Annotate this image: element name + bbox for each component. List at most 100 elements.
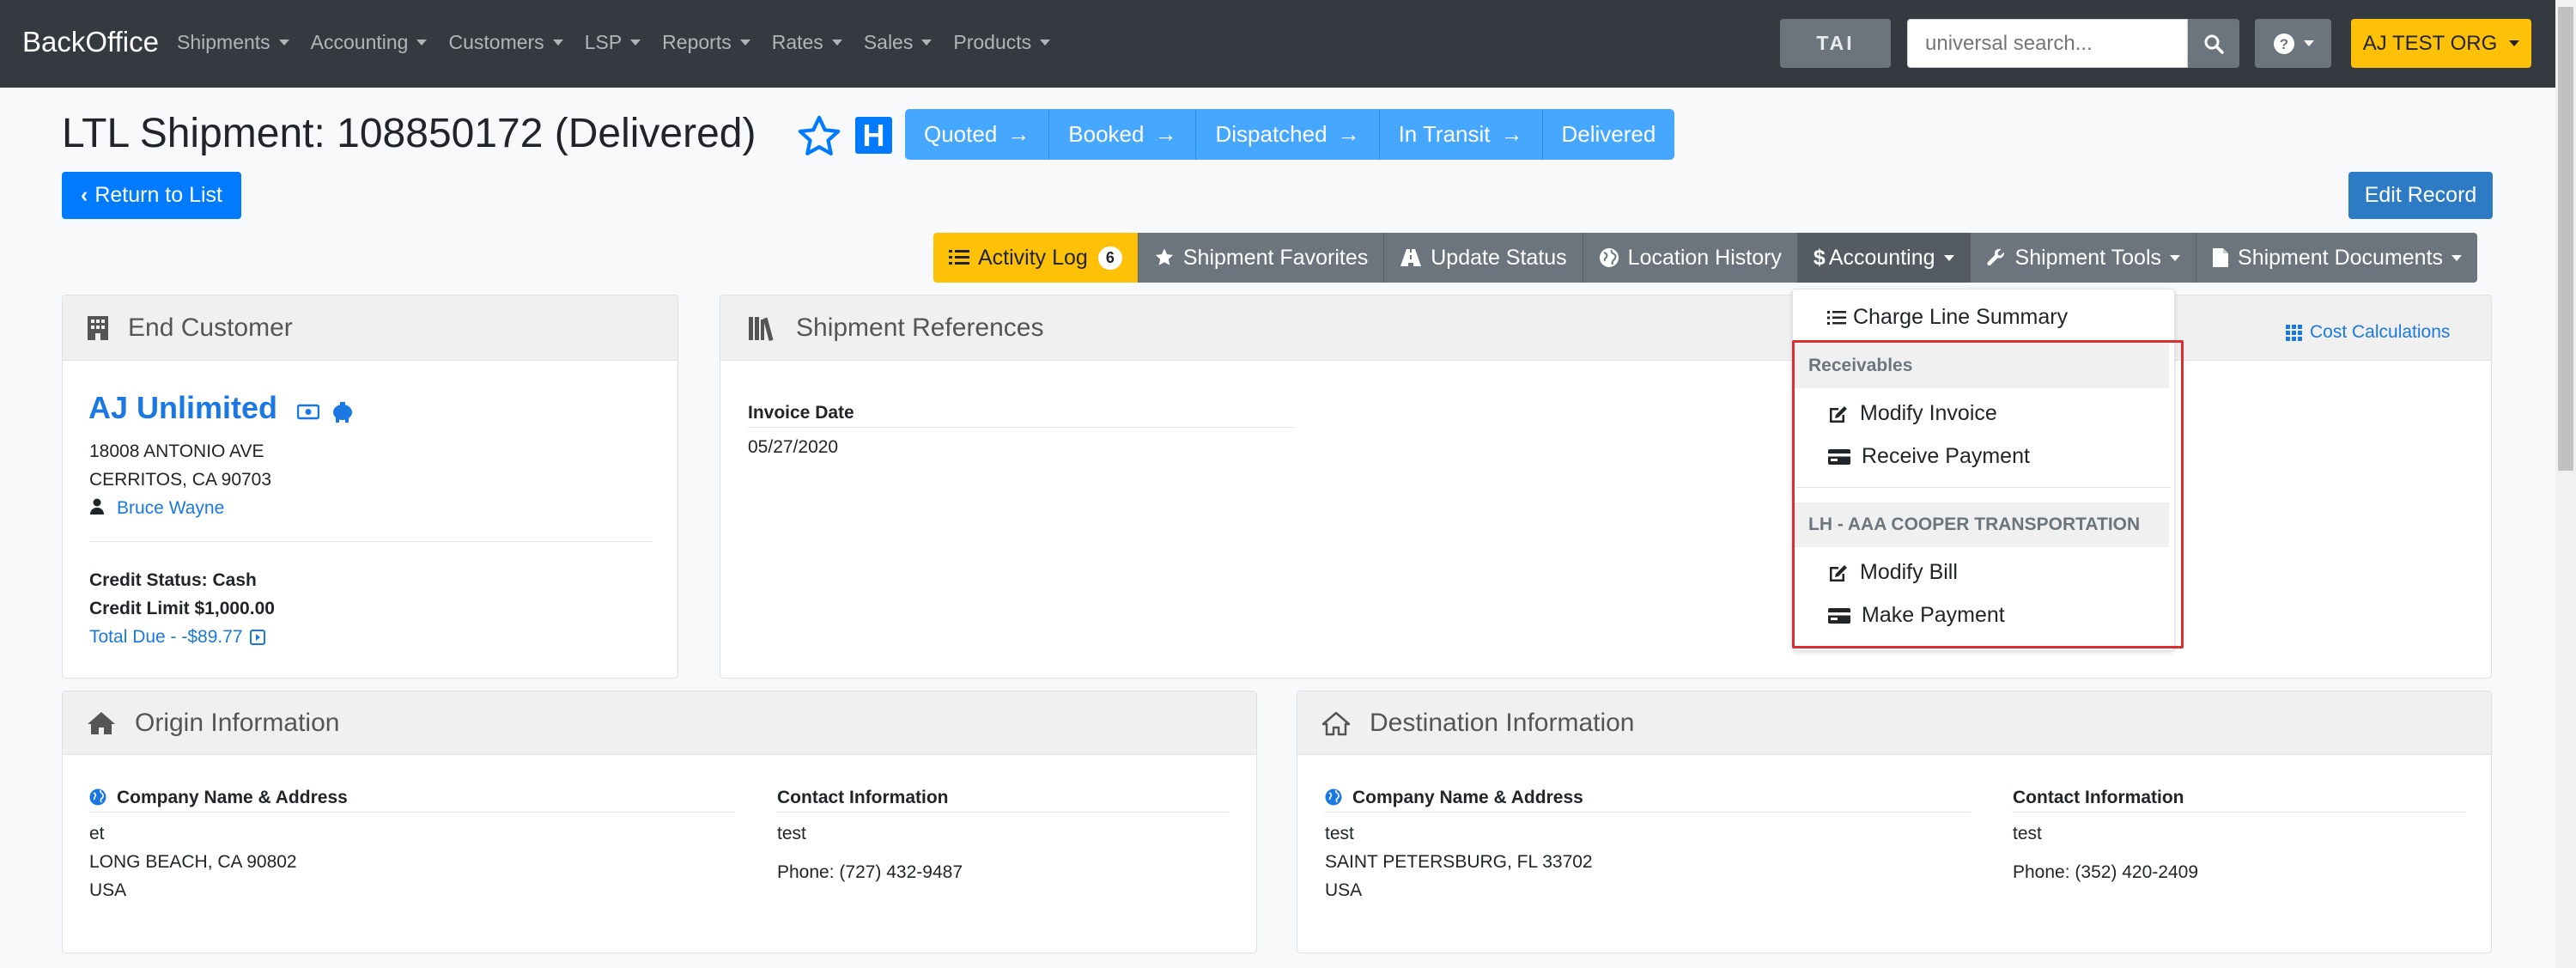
origin-line1: et	[89, 824, 105, 843]
svg-text:?: ?	[2279, 36, 2287, 52]
brand-logo[interactable]: BackOffice	[22, 26, 159, 58]
piggy-bank-icon[interactable]	[330, 400, 355, 423]
origin-contact-label: Contact Information	[777, 788, 949, 807]
arrow-right-icon: →	[1154, 121, 1177, 147]
cost-calculations-link[interactable]: Cost Calculations	[2286, 322, 2450, 343]
caret-down-icon	[2170, 254, 2181, 261]
edit-record-button[interactable]: Edit Record	[2348, 172, 2493, 219]
status-step-dispatched[interactable]: Dispatched →	[1196, 109, 1380, 160]
caret-down-icon	[552, 40, 563, 46]
customer-name-link[interactable]: AJ Unlimited	[88, 390, 277, 426]
shipment-tools-button[interactable]: Shipment Tools	[1970, 233, 2197, 283]
annotation-highlight-box	[1792, 340, 2184, 648]
accounting-dropdown-button[interactable]: $ Accounting	[1797, 233, 1971, 283]
return-to-list-button[interactable]: ‹ Return to List	[62, 172, 241, 219]
nav-rates[interactable]: Rates	[772, 31, 842, 54]
arrow-right-icon: →	[1500, 121, 1523, 147]
customer-contact-link[interactable]: Bruce Wayne	[117, 498, 224, 519]
shipment-documents-label: Shipment Documents	[2238, 245, 2444, 270]
globe-icon	[1325, 788, 1342, 806]
destination-company-label: Company Name & Address	[1352, 788, 1583, 807]
page-scrollbar[interactable]	[2555, 0, 2576, 968]
destination-contact-divider	[2013, 812, 2464, 813]
caret-down-icon	[1943, 254, 1954, 261]
status-step-booked[interactable]: Booked →	[1049, 109, 1197, 160]
customer-address-line2: CERRITOS, CA 90703	[89, 470, 272, 490]
nav-label: Products	[953, 31, 1032, 53]
total-due-label: Total Due - -$89.77	[89, 627, 243, 647]
status-step-quoted[interactable]: Quoted →	[905, 109, 1050, 160]
favorites-label: Shipment Favorites	[1182, 245, 1369, 270]
credit-status: Credit Status: Cash	[89, 570, 257, 590]
top-navbar: BackOffice Shipments Accounting Customer…	[0, 0, 2555, 88]
list-icon	[949, 248, 969, 267]
scrollbar-thumb[interactable]	[2558, 7, 2573, 471]
destination-line1: test	[1325, 824, 1354, 843]
search-button[interactable]	[2188, 19, 2239, 68]
card-title: Origin Information	[135, 708, 340, 737]
nav-lsp[interactable]: LSP	[585, 31, 641, 54]
globe-icon	[1599, 247, 1619, 268]
invoice-date-label: Invoice Date	[748, 403, 854, 423]
destination-line3: USA	[1325, 880, 1363, 900]
building-icon	[87, 315, 109, 341]
update-status-button[interactable]: Update Status	[1384, 233, 1583, 283]
shipment-tools-label: Shipment Tools	[2014, 245, 2162, 270]
status-steps: Quoted → Booked → Dispatched → In Transit → …	[905, 109, 1675, 160]
card-title: Shipment References	[796, 313, 1044, 342]
hazmat-h-badge: H	[855, 117, 892, 154]
nav-shipments[interactable]: Shipments	[177, 31, 289, 54]
page-title: LTL Shipment: 108850172 (Delivered)	[62, 111, 756, 156]
menu-item-label: Charge Line Summary	[1853, 305, 2069, 329]
status-step-in-transit[interactable]: In Transit →	[1379, 109, 1543, 160]
location-history-button[interactable]: Location History	[1583, 233, 1798, 283]
origin-header: Origin Information	[63, 691, 1256, 755]
total-due-link[interactable]: Total Due - -$89.77	[89, 627, 265, 648]
money-bill-icon[interactable]	[297, 404, 319, 421]
nav-sales[interactable]: Sales	[864, 31, 933, 54]
nav-products[interactable]: Products	[953, 31, 1051, 54]
globe-icon	[89, 788, 106, 806]
origin-contact-name: test	[777, 824, 806, 843]
destination-contact-label: Contact Information	[2013, 788, 2184, 807]
nav-reports[interactable]: Reports	[662, 31, 750, 54]
activity-log-button[interactable]: Activity Log 6	[933, 233, 1139, 283]
shipment-favorites-button[interactable]: Shipment Favorites	[1138, 233, 1385, 283]
list-ol-icon	[1827, 309, 1846, 326]
arrow-right-icon: →	[1337, 121, 1360, 147]
shipment-references-header: Shipment References	[720, 295, 2491, 361]
customer-divider	[89, 541, 653, 542]
destination-contact-name: test	[2013, 824, 2042, 843]
universal-search-input[interactable]	[1907, 19, 2188, 68]
return-label: Return to List	[94, 183, 222, 207]
nav-label: Sales	[863, 31, 914, 53]
star-icon	[1154, 247, 1175, 268]
origin-contact-divider	[777, 812, 1229, 813]
books-icon	[748, 315, 777, 341]
nav-label: Reports	[662, 31, 732, 53]
home-icon	[87, 710, 116, 736]
tai-button[interactable]: TAI	[1780, 19, 1891, 68]
nav-label: Accounting	[310, 31, 409, 53]
destination-line2: SAINT PETERSBURG, FL 33702	[1325, 852, 1593, 872]
favorite-star-icon[interactable]	[795, 113, 843, 161]
status-step-delivered[interactable]: Delivered	[1542, 109, 1675, 160]
card-title: Destination Information	[1370, 708, 1635, 737]
origin-company-label: Company Name & Address	[117, 788, 348, 807]
nav-customers[interactable]: Customers	[448, 31, 563, 54]
nav-accounting[interactable]: Accounting	[311, 31, 428, 54]
status-label: Booked	[1068, 121, 1145, 147]
nav-label: Customers	[448, 31, 544, 53]
caret-down-icon	[1040, 40, 1051, 46]
charge-line-summary-item[interactable]: Charge Line Summary	[1827, 305, 2068, 330]
destination-company-divider	[1325, 812, 1971, 813]
help-button[interactable]: ?	[2255, 19, 2331, 68]
card-title: End Customer	[128, 313, 293, 342]
org-dropdown-button[interactable]: AJ TEST ORG	[2351, 19, 2531, 68]
status-label: Delivered	[1561, 121, 1656, 147]
shipment-documents-button[interactable]: Shipment Documents	[2196, 233, 2478, 283]
caret-down-icon	[2509, 40, 2520, 46]
home-outline-icon	[1321, 710, 1351, 736]
file-icon	[2212, 247, 2229, 268]
external-box-arrow-icon	[249, 630, 265, 645]
